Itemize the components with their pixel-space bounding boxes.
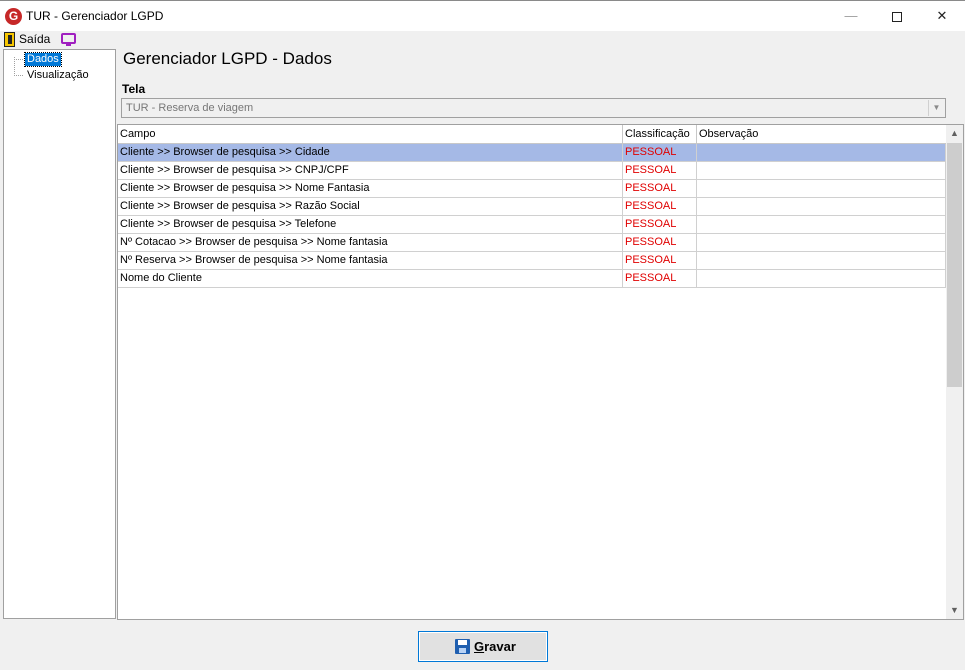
maximize-icon <box>892 11 902 22</box>
cell-campo[interactable]: Cliente >> Browser de pesquisa >> Nome F… <box>118 180 623 197</box>
table-row[interactable]: Cliente >> Browser de pesquisa >> Razão … <box>118 198 946 216</box>
vertical-scrollbar[interactable]: ▲ ▼ <box>946 125 963 619</box>
navigation-tree: Dados Visualização <box>3 49 116 619</box>
table-row[interactable]: Nome do Cliente PESSOAL <box>118 270 946 288</box>
cell-campo[interactable]: Cliente >> Browser de pesquisa >> CNPJ/C… <box>118 162 623 179</box>
save-button[interactable]: Gravar <box>418 631 548 662</box>
menu-bar: Saída <box>0 31 965 48</box>
save-button-label: Gravar <box>474 639 516 654</box>
cell-classificacao[interactable]: PESSOAL <box>623 144 697 161</box>
cell-observacao[interactable] <box>697 216 946 233</box>
title-bar: G TUR - Gerenciador LGPD — ✕ <box>0 0 965 31</box>
cell-campo[interactable]: Nº Cotacao >> Browser de pesquisa >> Nom… <box>118 234 623 251</box>
cell-classificacao[interactable]: PESSOAL <box>623 162 697 179</box>
exit-door-icon[interactable] <box>4 32 15 47</box>
maximize-button[interactable] <box>874 1 920 31</box>
tree-item-dados[interactable]: Dados <box>24 52 62 67</box>
close-button[interactable]: ✕ <box>919 1 965 31</box>
cell-campo[interactable]: Nº Reserva >> Browser de pesquisa >> Nom… <box>118 252 623 269</box>
tree-connector <box>14 59 23 60</box>
tela-label: Tela <box>122 82 146 96</box>
cell-classificacao[interactable]: PESSOAL <box>623 234 697 251</box>
cell-classificacao[interactable]: PESSOAL <box>623 270 697 287</box>
cell-campo[interactable]: Cliente >> Browser de pesquisa >> Cidade <box>118 144 623 161</box>
monitor-icon[interactable] <box>61 33 76 46</box>
cell-observacao[interactable] <box>697 162 946 179</box>
cell-observacao[interactable] <box>697 234 946 251</box>
cell-classificacao[interactable]: PESSOAL <box>623 252 697 269</box>
cell-campo[interactable]: Cliente >> Browser de pesquisa >> Razão … <box>118 198 623 215</box>
cell-observacao[interactable] <box>697 270 946 287</box>
floppy-disk-icon <box>455 639 470 654</box>
cell-classificacao[interactable]: PESSOAL <box>623 198 697 215</box>
table-row[interactable]: Cliente >> Browser de pesquisa >> Cidade… <box>118 144 946 162</box>
tela-select-value: TUR - Reserva de viagem <box>126 102 254 114</box>
table-row[interactable]: Cliente >> Browser de pesquisa >> Telefo… <box>118 216 946 234</box>
chevron-down-icon[interactable]: ▼ <box>928 100 944 116</box>
table-row[interactable]: Nº Reserva >> Browser de pesquisa >> Nom… <box>118 252 946 270</box>
cell-observacao[interactable] <box>697 252 946 269</box>
page-title: Gerenciador LGPD - Dados <box>123 49 332 68</box>
window-title: TUR - Gerenciador LGPD <box>26 9 164 23</box>
cell-classificacao[interactable]: PESSOAL <box>623 180 697 197</box>
column-header-classificacao[interactable]: Classificação <box>623 125 697 143</box>
cell-campo[interactable]: Nome do Cliente <box>118 270 623 287</box>
grid-header: Campo Classificação Observação <box>118 125 946 144</box>
cell-classificacao[interactable]: PESSOAL <box>623 216 697 233</box>
cell-observacao[interactable] <box>697 144 946 161</box>
scroll-down-icon[interactable]: ▼ <box>946 602 963 619</box>
column-header-campo[interactable]: Campo <box>118 125 623 143</box>
table-row[interactable]: Cliente >> Browser de pesquisa >> Nome F… <box>118 180 946 198</box>
table-row[interactable]: Nº Cotacao >> Browser de pesquisa >> Nom… <box>118 234 946 252</box>
menu-item-exit[interactable]: Saída <box>19 32 50 46</box>
scrollbar-thumb[interactable] <box>947 143 962 387</box>
data-grid: Campo Classificação Observação Cliente >… <box>117 124 964 620</box>
scroll-up-icon[interactable]: ▲ <box>946 125 963 142</box>
cell-campo[interactable]: Cliente >> Browser de pesquisa >> Telefo… <box>118 216 623 233</box>
minimize-button[interactable]: — <box>828 1 874 31</box>
tree-connector <box>14 75 23 76</box>
cell-observacao[interactable] <box>697 198 946 215</box>
tree-item-visualizacao[interactable]: Visualização <box>25 69 91 82</box>
cell-observacao[interactable] <box>697 180 946 197</box>
app-logo-icon: G <box>5 8 22 25</box>
column-header-observacao[interactable]: Observação <box>697 125 946 143</box>
table-row[interactable]: Cliente >> Browser de pesquisa >> CNPJ/C… <box>118 162 946 180</box>
tela-select[interactable]: TUR - Reserva de viagem ▼ <box>121 98 946 118</box>
